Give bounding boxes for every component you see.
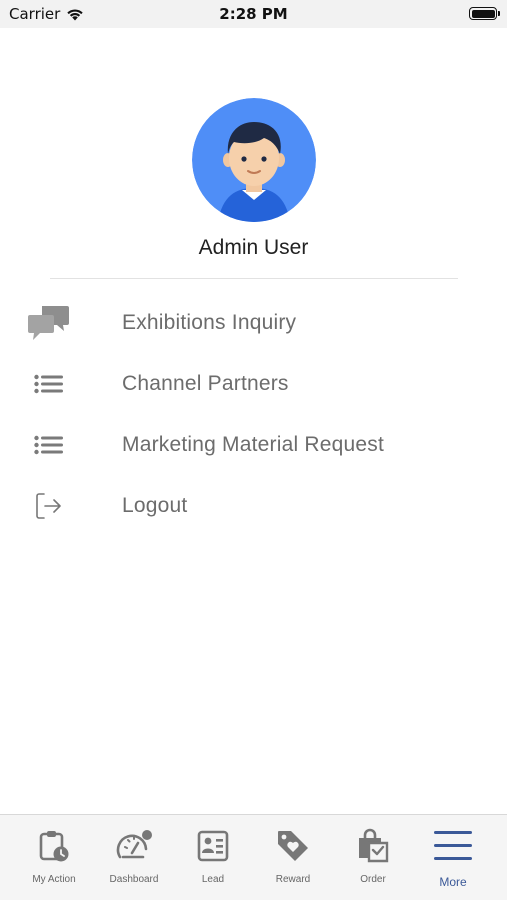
tab-more[interactable]: More <box>413 815 493 900</box>
tab-lead[interactable]: Lead <box>173 815 253 900</box>
tab-label: My Action <box>32 874 76 885</box>
divider <box>50 278 458 279</box>
menu-item-exhibitions-inquiry[interactable]: Exhibitions Inquiry <box>0 297 507 349</box>
tab-bar: My Action Dashboard Lead Reward Order Mo… <box>0 814 507 900</box>
battery-icon <box>469 7 500 20</box>
status-time: 2:28 PM <box>219 5 288 23</box>
tab-my-action[interactable]: My Action <box>14 815 94 900</box>
tab-label: Lead <box>201 874 225 885</box>
logout-icon <box>26 484 72 528</box>
menu-item-label: Logout <box>122 494 188 517</box>
menu-item-marketing-material-request[interactable]: Marketing Material Request <box>0 419 507 471</box>
profile-name: Admin User <box>198 236 309 259</box>
status-bar: Carrier 2:28 PM <box>0 0 507 28</box>
tag-heart-icon <box>253 827 333 865</box>
menu-item-logout[interactable]: Logout <box>0 480 507 532</box>
menu-item-label: Exhibitions Inquiry <box>122 311 297 334</box>
tab-label: Dashboard <box>109 874 159 885</box>
shopping-bag-icon <box>333 827 413 865</box>
list-icon <box>26 423 72 467</box>
tab-dashboard[interactable]: Dashboard <box>94 815 174 900</box>
tab-label: Reward <box>275 874 311 885</box>
chat-bubbles-icon <box>26 301 72 345</box>
tab-label: More <box>439 875 467 889</box>
list-icon <box>26 362 72 406</box>
contact-card-icon <box>173 827 253 865</box>
menu-item-label: Channel Partners <box>122 372 289 395</box>
tab-label: Order <box>360 874 386 885</box>
hamburger-menu-icon <box>413 827 493 865</box>
tab-order[interactable]: Order <box>333 815 413 900</box>
avatar <box>192 98 316 222</box>
tab-reward[interactable]: Reward <box>253 815 333 900</box>
clipboard-clock-icon <box>14 827 94 865</box>
menu-item-label: Marketing Material Request <box>122 433 384 456</box>
speedometer-icon <box>94 827 174 865</box>
menu-item-channel-partners[interactable]: Channel Partners <box>0 358 507 410</box>
